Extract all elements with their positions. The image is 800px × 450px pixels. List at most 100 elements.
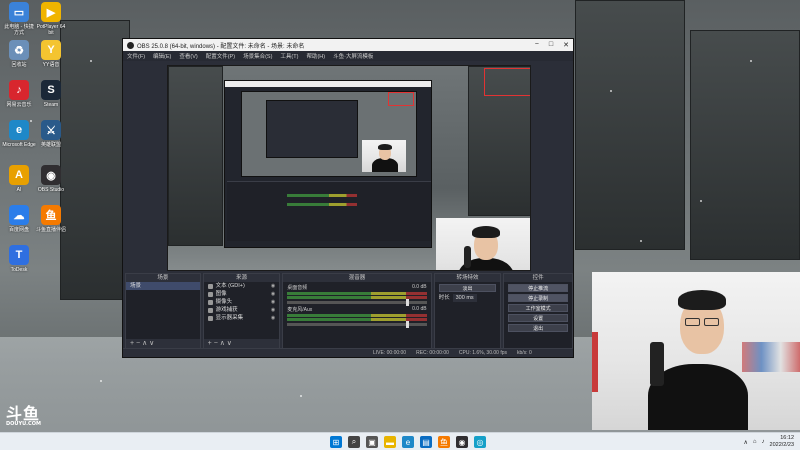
mixer-panel-title: 混音器 [283, 274, 431, 282]
selection-box [484, 68, 530, 96]
source-item[interactable]: 图像 ◉ [204, 290, 280, 298]
control-button[interactable]: 退出 [508, 324, 568, 332]
baidu-netdisk-icon: ☁ [9, 205, 29, 225]
menu-item[interactable]: 工具(T) [280, 52, 298, 60]
menu-item[interactable]: 查看(V) [179, 52, 197, 60]
sources-panel-controls[interactable]: + − ∧ ∨ [203, 339, 280, 348]
desktop-icon[interactable]: ☁ 百度网盘 [2, 205, 36, 233]
desktop-icon-label: 斗鱼直播伴侣 [35, 227, 66, 233]
volume-icon[interactable]: ♪ [762, 439, 765, 445]
desktop-icon[interactable]: T ToDesk [2, 245, 36, 273]
menu-item[interactable]: 场景集合(S) [243, 52, 272, 60]
controls-panel: 控件 停止推流停止录制工作室模式设置退出 [503, 273, 573, 349]
desktop-icon[interactable]: ◉ OBS Studio [34, 165, 68, 193]
network-icon[interactable]: ⌂ [753, 439, 757, 445]
chevron-up-icon[interactable]: ∧ [744, 439, 748, 446]
audio-mixer-panel: 混音器 桌面音频 0.0 dB 麦克风/Aux 0.0 dB [282, 273, 432, 349]
minimize-icon[interactable]: − [535, 41, 539, 49]
menu-item[interactable]: 斗鱼·大屏流模板 [333, 52, 373, 60]
todesk-icon: T [9, 245, 29, 265]
bitrate-readout: kb/s: 0 [517, 350, 532, 356]
clock[interactable]: 16:12 2022/2/23 [770, 435, 794, 449]
volume-slider[interactable] [287, 321, 427, 328]
file-explorer-icon[interactable]: ▬ [384, 436, 396, 448]
menu-item[interactable]: 配置文件(P) [206, 52, 235, 60]
desktop-icon-label: 回收站 [11, 62, 27, 68]
control-button[interactable]: 停止推流 [508, 284, 568, 292]
visibility-icon[interactable]: ◉ [271, 306, 275, 314]
desktop-icon-label: 英雄联盟 [40, 142, 61, 148]
volume-meter [287, 292, 427, 295]
desktop-icon-label: PotPlayer 64 bit [36, 24, 66, 36]
search-icon[interactable]: ⌕ [348, 436, 360, 448]
menu-item[interactable]: 帮助(H) [306, 52, 325, 60]
source-item[interactable]: 游戏捕获 ◉ [204, 306, 280, 314]
store-icon[interactable]: ▤ [420, 436, 432, 448]
douyu-icon: 鱼 [41, 205, 61, 225]
source-item[interactable]: 文本 (GDI+) ◉ [204, 282, 280, 290]
potplayer-icon: ▶ [41, 2, 61, 22]
desktop-icon[interactable]: e Microsoft Edge [2, 120, 36, 148]
visibility-icon[interactable]: ◉ [271, 314, 275, 322]
desktop-icon-label: AI [16, 187, 22, 193]
webcam-overlay [592, 272, 800, 430]
menu-item[interactable]: 编辑(E) [153, 52, 171, 60]
system-tray: ∧ ⌂ ♪ 16:12 2022/2/23 [744, 435, 795, 449]
source-item[interactable]: 显示器采集 ◉ [204, 314, 280, 322]
visibility-icon[interactable]: ◉ [271, 298, 275, 306]
desktop-icon[interactable]: ▶ PotPlayer 64 bit [34, 2, 68, 36]
desktop-icon[interactable]: A AI [2, 165, 36, 193]
track-name: 麦克风/Aux [287, 307, 313, 313]
control-button[interactable]: 工作室模式 [508, 304, 568, 312]
edge-icon[interactable]: e [402, 436, 414, 448]
transition-type-select[interactable]: 淡出 [438, 284, 497, 292]
source-type-icon [207, 291, 213, 297]
desktop-icon[interactable]: 鱼斗鱼直播伴侣 [34, 205, 68, 233]
task-view-icon[interactable]: ▣ [366, 436, 378, 448]
desktop-icon-label: ToDesk [10, 267, 28, 273]
edge-icon: e [9, 120, 29, 140]
duration-input[interactable]: 300 ms [452, 294, 477, 302]
rec-timer: REC: 00:00:00 [416, 350, 449, 356]
obs-title: OBS 25.0.8 (64-bit, windows) - 配置文件: 未命名… [137, 43, 305, 50]
control-button[interactable]: 设置 [508, 314, 568, 322]
volume-slider[interactable] [287, 299, 427, 306]
desktop-icon-label: Microsoft Edge [2, 142, 36, 148]
control-button[interactable]: 停止录制 [508, 294, 568, 302]
douyu-icon[interactable]: 鱼 [438, 436, 450, 448]
obs-icon: ◉ [41, 165, 61, 185]
obs-icon[interactable]: ◉ [456, 436, 468, 448]
source-label: 文本 (GDI+) [215, 283, 245, 289]
visibility-icon[interactable]: ◉ [271, 290, 275, 298]
scenes-panel-controls[interactable]: + − ∧ ∨ [126, 339, 200, 348]
source-label: 显示器采集 [215, 315, 244, 321]
controls-panel-title: 控件 [504, 274, 572, 282]
maximize-icon[interactable]: □ [549, 41, 553, 49]
netease-music-icon: ♪ [9, 80, 29, 100]
scene-item[interactable]: 场景 [126, 282, 200, 290]
desktop-icon[interactable]: ♪ 网易云音乐 [2, 80, 36, 108]
obs-window[interactable]: OBS 25.0.8 (64-bit, windows) - 配置文件: 未命名… [122, 38, 574, 358]
sources-panel-title: 来源 [203, 274, 280, 282]
cpu-fps-readout: CPU: 1.6%, 30.00 fps [458, 350, 507, 356]
recycle-bin-icon: ♻ [9, 40, 29, 60]
taskbar: ⊞ ⌕ ▣ ▬ e ▤ 鱼 ◉ ◎ ∧ ⌂ ♪ 16:12 2022/2/23 [0, 432, 800, 450]
watermark-url: DOUYU.COM [6, 421, 41, 427]
obs-titlebar[interactable]: OBS 25.0.8 (64-bit, windows) - 配置文件: 未命名… [123, 39, 573, 51]
obs-preview[interactable] [167, 65, 531, 271]
app-icon[interactable]: ◎ [474, 436, 486, 448]
desktop-icon[interactable]: ▭ 此电脑 - 快捷方式 [2, 2, 36, 36]
desktop-icon[interactable]: S Steam [34, 80, 68, 108]
visibility-icon[interactable]: ◉ [271, 282, 275, 290]
menu-item[interactable]: 文件(F) [127, 52, 145, 60]
desktop-icon[interactable]: ⚔ 英雄联盟 [34, 120, 68, 148]
start-icon[interactable]: ⊞ [330, 436, 342, 448]
desktop-icon[interactable]: ♻ 回收站 [2, 40, 36, 68]
desktop-icon[interactable]: Y YY语音 [34, 40, 68, 68]
close-icon[interactable]: ✕ [563, 41, 569, 49]
mixer-track: 麦克风/Aux 0.0 dB [287, 306, 427, 328]
desktop-icon-label: 此电脑 - 快捷方式 [4, 24, 34, 36]
desktop-icon-label: 网易云音乐 [6, 102, 32, 108]
steam-icon: S [41, 80, 61, 100]
source-item[interactable]: 摄像头 ◉ [204, 298, 280, 306]
